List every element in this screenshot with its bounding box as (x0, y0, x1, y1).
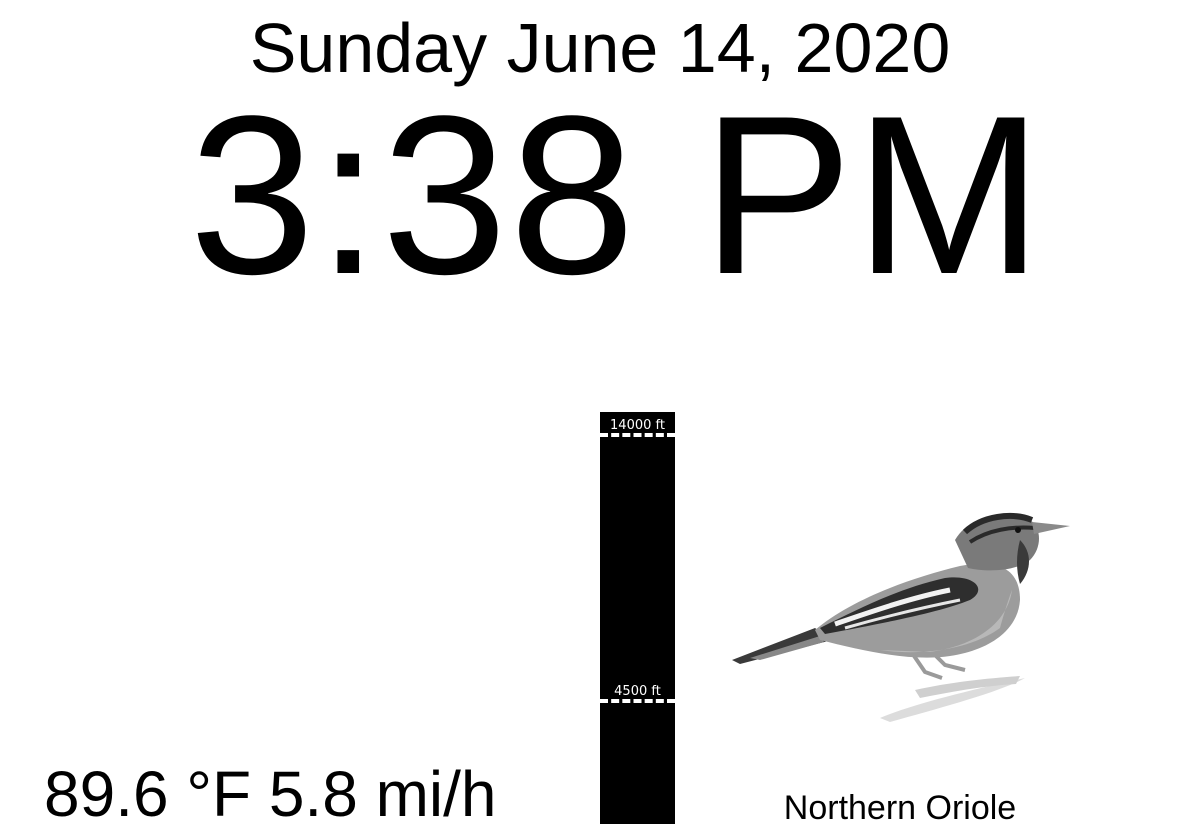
oriole-bird-icon (732, 513, 1070, 722)
bird-image (720, 500, 1080, 730)
weather-readout: 89.6 °F 5.8 mi/h (44, 758, 497, 824)
altitude-tick-line-high (600, 433, 675, 437)
time-label: 3:38 PM (189, 68, 1045, 321)
altitude-bar: 14000 ft 4500 ft (600, 412, 675, 824)
bird-name-label: Northern Oriole (783, 789, 1017, 824)
altitude-tick-label-low: 4500 ft (614, 684, 661, 699)
altitude-tick-line-low (600, 699, 675, 703)
altitude-tick-label-high: 14000 ft (610, 418, 665, 433)
